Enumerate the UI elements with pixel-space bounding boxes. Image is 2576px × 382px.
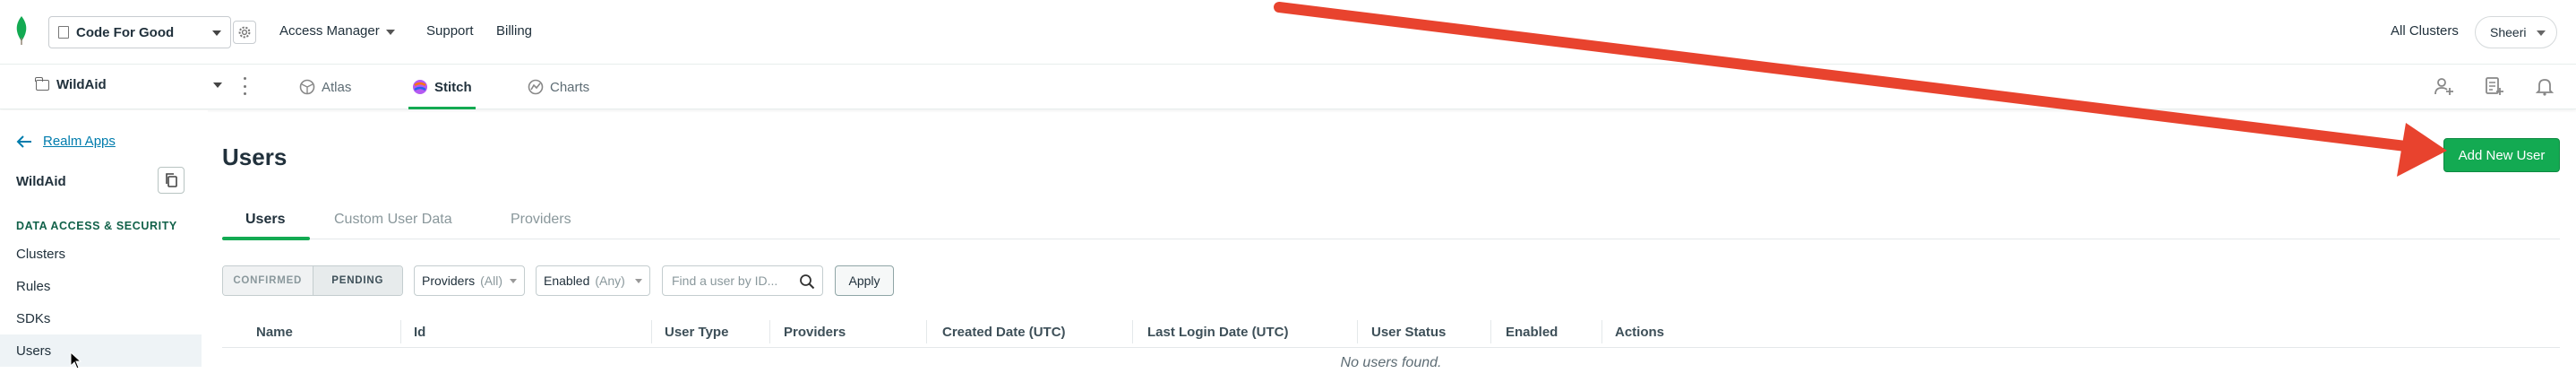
column-header-user-type[interactable]: User Type (665, 316, 728, 348)
sidebar-item-clusters[interactable]: Clusters (0, 238, 202, 270)
column-header-actions: Actions (1615, 324, 1665, 340)
sidebar: Realm Apps WildAid DATA ACCESS & SECURIT… (0, 110, 208, 382)
project-selector[interactable]: WildAid (35, 76, 107, 92)
back-to-realm-apps[interactable]: Realm Apps (16, 134, 116, 149)
activity-feed-icon[interactable] (2483, 75, 2504, 97)
pending-toggle[interactable]: PENDING (313, 266, 402, 295)
sidebar-item-label: SDKs (16, 310, 51, 326)
bell-icon[interactable] (2534, 75, 2555, 97)
users-table-header: Name Id User Type Providers Created Date… (222, 316, 2560, 348)
sidebar-item-users[interactable]: Users (0, 334, 202, 367)
mouse-cursor-icon (70, 352, 82, 369)
invite-user-icon[interactable] (2433, 75, 2454, 97)
user-menu[interactable]: Sheeri (2475, 16, 2557, 48)
project-name: WildAid (56, 77, 107, 92)
realm-apps-link[interactable]: Realm Apps (43, 134, 116, 149)
gear-icon (238, 26, 251, 39)
section-title-data-access: DATA ACCESS & SECURITY (16, 220, 177, 232)
sidebar-item-rules[interactable]: Rules (0, 270, 202, 302)
sidebar-item-label: Users (16, 343, 52, 359)
providers-filter-dropdown[interactable]: Providers (All) (414, 265, 525, 296)
support-link[interactable]: Support (426, 23, 474, 39)
active-tab-indicator (222, 237, 310, 240)
user-search-input[interactable]: Find a user by ID... (662, 265, 823, 296)
folder-icon (35, 76, 49, 91)
tab-stitch[interactable]: Stitch (408, 65, 476, 109)
user-status-toggle: CONFIRMED PENDING (222, 265, 403, 296)
sidebar-item-sdks[interactable]: SDKs (0, 302, 202, 334)
confirmed-toggle[interactable]: CONFIRMED (223, 266, 313, 295)
enabled-filter-value: (Any) (595, 273, 625, 288)
column-header-last-login-date[interactable]: Last Login Date (UTC) (1147, 316, 1289, 348)
tab-providers[interactable]: Providers (511, 212, 571, 228)
mongodb-leaf-icon[interactable] (13, 16, 30, 45)
enabled-filter-dropdown[interactable]: Enabled (Any) (536, 265, 650, 296)
column-header-created-date[interactable]: Created Date (UTC) (942, 316, 1066, 348)
tab-label: Atlas (322, 79, 352, 95)
atlas-icon (299, 79, 315, 95)
app-name: WildAid (16, 174, 66, 189)
all-clusters-link[interactable]: All Clusters (2391, 23, 2459, 39)
organization-settings-button[interactable] (233, 21, 256, 44)
access-manager-menu[interactable]: Access Manager (279, 23, 380, 39)
chevron-down-icon[interactable] (213, 82, 222, 88)
user-name: Sheeri (2490, 25, 2527, 39)
column-header-name[interactable]: Name (256, 316, 293, 348)
organization-icon (58, 26, 69, 39)
copy-icon (166, 173, 177, 187)
tab-charts[interactable]: Charts (528, 65, 589, 109)
stitch-icon (413, 80, 427, 94)
chevron-down-icon (510, 279, 517, 283)
column-header-enabled[interactable]: Enabled (1506, 316, 1558, 348)
copy-app-id-button[interactable] (158, 167, 185, 194)
column-header-providers[interactable]: Providers (784, 316, 846, 348)
sidebar-item-label: Rules (16, 278, 51, 294)
tab-custom-user-data[interactable]: Custom User Data (334, 212, 452, 228)
column-header-id[interactable]: Id (414, 316, 425, 348)
search-icon[interactable] (799, 273, 815, 290)
project-navigation: WildAid Atlas Stitch Charts (0, 65, 2576, 109)
tab-label: Charts (550, 79, 590, 95)
apply-filter-button[interactable]: Apply (835, 265, 894, 296)
add-new-user-button[interactable]: Add New User (2443, 138, 2560, 172)
organization-selector[interactable]: Code For Good (48, 16, 231, 48)
chevron-down-icon (635, 279, 642, 283)
enabled-filter-label: Enabled (544, 273, 590, 288)
tab-label: Stitch (434, 79, 472, 95)
arrow-left-icon (16, 135, 31, 148)
providers-filter-label: Providers (422, 273, 476, 288)
chevron-down-icon (2537, 30, 2546, 36)
tab-users[interactable]: Users (245, 212, 285, 228)
page-title: Users (222, 143, 288, 170)
billing-link[interactable]: Billing (496, 23, 532, 39)
providers-filter-value: (All) (480, 273, 503, 288)
chevron-down-icon[interactable] (386, 30, 395, 35)
organization-name: Code For Good (76, 24, 175, 40)
empty-table-message: No users found. (1340, 355, 1442, 370)
charts-icon (528, 79, 544, 95)
project-more-menu[interactable] (242, 77, 247, 95)
chevron-down-icon (212, 30, 221, 36)
top-navigation: Code For Good Access Manager Support Bil… (0, 0, 2576, 65)
search-placeholder: Find a user by ID... (672, 273, 778, 288)
tab-atlas[interactable]: Atlas (299, 65, 351, 109)
sidebar-item-label: Clusters (16, 246, 66, 262)
column-header-user-status[interactable]: User Status (1371, 316, 1446, 348)
